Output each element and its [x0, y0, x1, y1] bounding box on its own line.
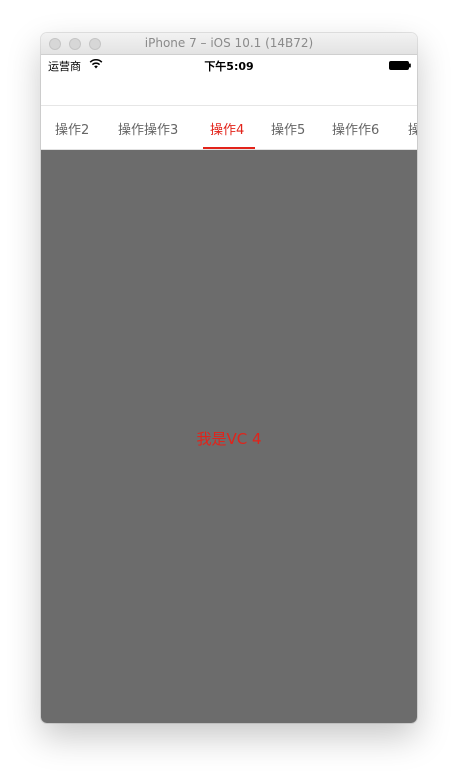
- status-bar: 运营商 下午5:09: [41, 55, 417, 75]
- simulator-window: iPhone 7 – iOS 10.1 (14B72) 运营商 下午5:09 操…: [41, 33, 417, 723]
- tab-operation-3[interactable]: 操作操作3: [118, 119, 178, 138]
- window-titlebar: iPhone 7 – iOS 10.1 (14B72): [41, 33, 417, 55]
- child-view-controller: 我是VC 4: [41, 150, 417, 723]
- tab-operation-5[interactable]: 操作5: [271, 119, 305, 138]
- tab-operation-4[interactable]: 操作4: [210, 119, 244, 138]
- vc-label: 我是VC 4: [196, 430, 262, 448]
- device-screen: 运营商 下午5:09 操作2 操作操作3 操作4 操作5 操作作6 操 我是VC…: [41, 55, 417, 723]
- tab-operation-7-partial[interactable]: 操: [408, 119, 417, 138]
- tab-operation-2[interactable]: 操作2: [55, 119, 89, 138]
- segment-tab-bar[interactable]: 操作2 操作操作3 操作4 操作5 操作作6 操: [41, 106, 417, 150]
- active-tab-indicator: [203, 147, 255, 149]
- tab-operation-6[interactable]: 操作作6: [332, 119, 379, 138]
- window-title: iPhone 7 – iOS 10.1 (14B72): [144, 36, 314, 50]
- battery-icon: [389, 61, 411, 70]
- navigation-bar: [41, 75, 417, 106]
- status-time: 下午5:09: [204, 60, 254, 73]
